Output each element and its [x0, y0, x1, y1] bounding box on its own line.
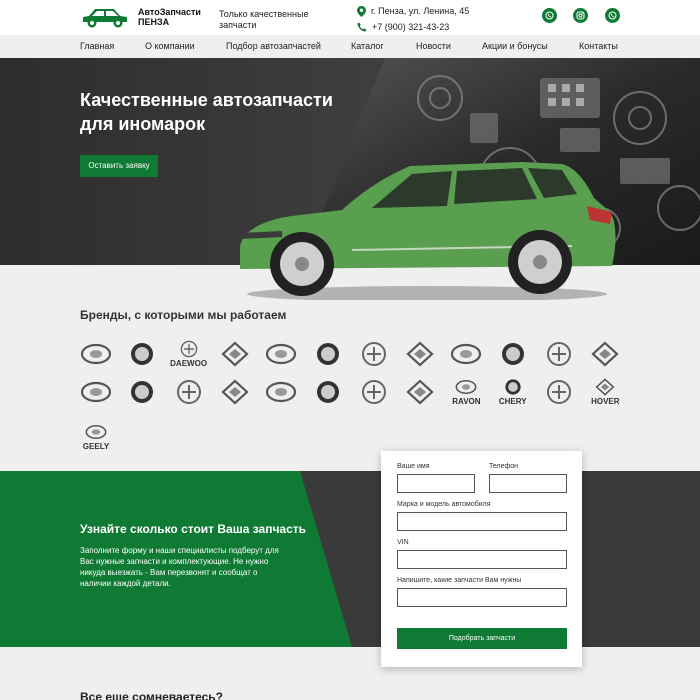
brand-hyundai-logo[interactable] — [78, 338, 114, 370]
ravon-logo-icon — [455, 380, 477, 394]
geely-logo-icon — [85, 425, 107, 439]
nav-item-about[interactable]: О компании — [145, 41, 195, 51]
brand-ravon-logo[interactable]: RAVON — [448, 376, 484, 408]
brand-nissan-logo[interactable] — [495, 338, 531, 370]
instagram-icon[interactable] — [573, 8, 588, 23]
brand-daewoo-logo[interactable]: DAEWOO — [170, 338, 208, 370]
renault-logo-icon — [316, 381, 339, 403]
ssangyong-logo-icon — [221, 341, 249, 367]
tagline: Только качественные запчасти — [219, 9, 309, 30]
hover-logo-icon — [595, 378, 615, 396]
car-logo-icon — [83, 9, 127, 28]
suzuki-logo-icon — [591, 341, 619, 367]
brand-opel-logo[interactable] — [356, 376, 392, 408]
vin-field[interactable] — [397, 550, 567, 569]
logo-line-2: ПЕНЗА — [138, 17, 170, 27]
brand-renault-logo[interactable] — [310, 376, 346, 408]
toyota-logo-icon — [266, 343, 297, 365]
brand-volkswagen-logo[interactable] — [124, 376, 160, 408]
vin-label: VIN — [397, 539, 409, 546]
logo[interactable]: АвтоЗапчасти ПЕНЗА — [80, 5, 201, 29]
nav-item-parts-search[interactable]: Подбор автозапчастей — [226, 41, 321, 51]
phone-link[interactable]: +7 (900) 321-43-23 — [372, 22, 449, 32]
brand-honda-logo[interactable] — [356, 338, 392, 370]
brand-mitsubishi-logo[interactable] — [448, 338, 484, 370]
brand-lifan-logo[interactable] — [541, 376, 577, 408]
quote-form: Ваше имя Телефон Марка и модель автомоби… — [381, 451, 582, 667]
whatsapp-icon[interactable] — [605, 8, 620, 23]
address-text: г. Пенза, ул. Ленина, 45 — [371, 6, 470, 16]
nissan-logo-icon — [501, 343, 524, 365]
brand-skoda-logo[interactable] — [171, 376, 207, 408]
brand-label: RAVON — [452, 397, 481, 406]
phone-label: Телефон — [489, 463, 519, 470]
mazda-logo-icon — [406, 341, 434, 367]
nav-item-home[interactable]: Главная — [80, 41, 114, 51]
nav-item-news[interactable]: Новости — [416, 41, 451, 51]
nav-item-contacts[interactable]: Контакты — [579, 41, 618, 51]
lexus-logo-icon — [316, 343, 339, 365]
brand-geely-logo[interactable]: GEELY — [78, 421, 114, 453]
brand-chery-logo[interactable]: CHERY — [495, 376, 531, 408]
parts-label: Напишите, какие запчасти Вам нужны — [397, 577, 522, 584]
whatsapp-icon[interactable] — [542, 8, 557, 23]
quote-title: Узнайте сколько стоит Ваша запчасть — [80, 522, 307, 536]
chevrolet-logo-icon — [406, 379, 434, 405]
bmw-logo-icon — [266, 381, 297, 403]
submit-button[interactable]: Подобрать запчасти — [397, 628, 567, 649]
mercedes-logo-icon — [221, 379, 249, 405]
brand-bmw-logo[interactable] — [263, 376, 299, 408]
kia-logo-icon — [131, 343, 154, 365]
quote-section: Узнайте сколько стоит Ваша запчасть Запо… — [0, 471, 700, 647]
daewoo-logo-icon — [180, 340, 197, 358]
audi-logo-icon — [81, 381, 111, 403]
green-suv-image — [239, 162, 616, 300]
brand-lexus-logo[interactable] — [310, 338, 346, 370]
brand-toyota-logo[interactable] — [263, 338, 299, 370]
request-button[interactable]: Оставить заявку — [80, 155, 158, 177]
bottom-title: Все еще сомневаетесь? — [80, 690, 223, 700]
brand-suzuki-logo[interactable] — [587, 338, 623, 370]
brand-audi-logo[interactable] — [78, 376, 114, 408]
mitsubishi-logo-icon — [451, 343, 482, 365]
brand-kia-logo[interactable] — [124, 338, 160, 370]
skoda-logo-icon — [176, 380, 201, 404]
volkswagen-logo-icon — [131, 381, 154, 403]
car-field[interactable] — [397, 512, 567, 531]
brand-hover-logo[interactable]: HOVER — [587, 376, 623, 408]
logo-line-1: АвтоЗапчасти — [138, 7, 201, 17]
nav-item-catalog[interactable]: Каталог — [351, 41, 384, 51]
brand-label: CHERY — [498, 397, 527, 406]
parts-field[interactable] — [397, 588, 567, 607]
brands-title: Бренды, с которыми мы работаем — [80, 308, 287, 322]
nav-item-promo[interactable]: Акции и бонусы — [482, 41, 548, 51]
quote-description: Заполните форму и наши специалисты подбе… — [80, 546, 279, 588]
brand-chevrolet-logo[interactable] — [402, 376, 438, 408]
brand-label: GEELY — [82, 442, 110, 451]
location-pin-icon — [357, 5, 366, 17]
contacts: г. Пенза, ул. Ленина, 45 +7 (900) 321-43… — [357, 3, 469, 35]
name-label: Ваше имя — [397, 463, 430, 470]
subaru-logo-icon — [547, 342, 571, 366]
main-nav: Главная О компании Подбор автозапчастей … — [0, 35, 700, 58]
car-label: Марка и модель автомобиля — [397, 501, 491, 508]
honda-logo-icon — [361, 342, 386, 366]
brand-label: DAEWOO — [170, 359, 208, 368]
brand-mazda-logo[interactable] — [402, 338, 438, 370]
hero-banner: Качественные автозапчасти для иномарок О… — [0, 58, 700, 300]
phone-icon — [357, 22, 367, 32]
phone-field[interactable] — [489, 474, 567, 493]
brand-label: HOVER — [591, 397, 620, 406]
opel-logo-icon — [361, 380, 386, 404]
brand-ssangyong-logo[interactable] — [217, 338, 253, 370]
chery-logo-icon — [505, 379, 521, 395]
hero-title: Качественные автозапчасти для иномарок — [80, 90, 333, 134]
hyundai-logo-icon — [81, 343, 111, 365]
name-field[interactable] — [397, 474, 475, 493]
brand-subaru-logo[interactable] — [541, 338, 577, 370]
lifan-logo-icon — [547, 380, 571, 404]
site-header: АвтоЗапчасти ПЕНЗА Только качественные з… — [0, 0, 700, 35]
brand-mercedes-logo[interactable] — [217, 376, 253, 408]
